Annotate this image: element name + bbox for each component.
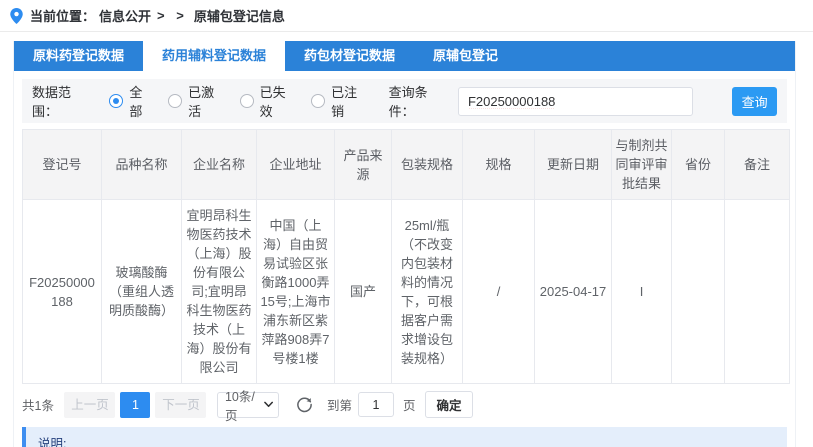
table-header-row: 登记号 品种名称 企业名称 企业地址 产品来源 包装规格 规格 更新日期 与制剂… <box>23 130 790 200</box>
col-product-name: 品种名称 <box>102 130 182 200</box>
cell-package-spec: 25ml/瓶（不改变内包装材料的情况下，可根据客户需求增设包装规格） <box>392 200 463 384</box>
cell-product-name: 玻璃酸酶（重组人透明质酸酶） <box>102 200 182 384</box>
prev-page-button[interactable]: 上一页 <box>64 392 115 418</box>
radio-expired[interactable]: 已失效 <box>240 82 297 120</box>
cell-remarks <box>725 200 790 384</box>
col-remarks: 备注 <box>725 130 790 200</box>
col-joint-review-result: 与制剂共同审评审批结果 <box>612 130 672 200</box>
tab-api-registration[interactable]: 原料药登记数据 <box>14 41 143 71</box>
col-company-address: 企业地址 <box>257 130 335 200</box>
col-province: 省份 <box>672 130 725 200</box>
page-size-value: 10条/页 <box>225 386 264 424</box>
radio-cancelled[interactable]: 已注销 <box>311 82 368 120</box>
tab-bar: 原料药登记数据 药用辅料登记数据 药包材登记数据 原辅包登记 <box>14 41 795 71</box>
cell-product-origin: 国产 <box>335 200 392 384</box>
breadcrumb-separator: > > <box>157 8 188 23</box>
filter-bar: 数据范围： 全部 已激活 已失效 已注销 查询条件： 查询 <box>22 79 787 123</box>
radio-activated-icon[interactable] <box>168 94 182 108</box>
col-registration-no: 登记号 <box>23 130 102 200</box>
pagination: 共1条 上一页 1 下一页 10条/页 到第 页 确定 <box>22 391 787 418</box>
breadcrumb-item-current: 原辅包登记信息 <box>194 6 285 25</box>
chevron-down-icon <box>264 401 273 408</box>
radio-all-label: 全部 <box>129 82 154 120</box>
breadcrumb-label: 当前位置： <box>30 6 95 25</box>
query-condition-label: 查询条件： <box>389 82 452 120</box>
search-button[interactable]: 查询 <box>732 87 777 116</box>
next-page-button[interactable]: 下一页 <box>155 392 206 418</box>
goto-page-label: 到第 <box>327 395 352 414</box>
cell-company-name: 宜明昂科生物医药技术（上海）股份有限公司;宜明昂科生物医药技术（上海）股份有限公… <box>182 200 257 384</box>
notes-box: 说明: 1. 数据范围“全部”，不包含“已注销” 2. “与制剂共同审评审批结果… <box>22 427 787 447</box>
col-spec: 规格 <box>463 130 535 200</box>
radio-expired-icon[interactable] <box>240 94 254 108</box>
goto-page-input[interactable] <box>358 392 394 417</box>
radio-all-icon[interactable] <box>109 94 123 108</box>
col-update-date: 更新日期 <box>535 130 612 200</box>
query-input[interactable] <box>458 87 693 116</box>
tab-raw-aux-pack[interactable]: 原辅包登记 <box>414 41 517 71</box>
cell-registration-no: F20250000188 <box>23 200 102 384</box>
total-count: 共1条 <box>22 395 54 414</box>
cell-company-address: 中国（上海）自由贸易试验区张衡路1000弄15号;上海市浦东新区紫萍路908弄7… <box>257 200 335 384</box>
cell-spec: / <box>463 200 535 384</box>
col-company-name: 企业名称 <box>182 130 257 200</box>
radio-expired-label: 已失效 <box>260 82 297 120</box>
results-table: 登记号 品种名称 企业名称 企业地址 产品来源 包装规格 规格 更新日期 与制剂… <box>22 129 790 384</box>
page-size-select[interactable]: 10条/页 <box>217 392 279 418</box>
breadcrumb: 当前位置： 信息公开 > > 原辅包登记信息 <box>0 0 813 32</box>
col-package-spec: 包装规格 <box>392 130 463 200</box>
notes-title: 说明: <box>38 434 775 447</box>
scope-label: 数据范围： <box>32 82 95 120</box>
radio-cancelled-label: 已注销 <box>331 82 368 120</box>
radio-activated-label: 已激活 <box>188 82 225 120</box>
page-1-button[interactable]: 1 <box>120 392 150 418</box>
cell-update-date: 2025-04-17 <box>535 200 612 384</box>
breadcrumb-item-info-disclosure[interactable]: 信息公开 <box>99 6 151 25</box>
tab-excipient-registration[interactable]: 药用辅料登记数据 <box>143 41 285 71</box>
radio-all[interactable]: 全部 <box>109 82 154 120</box>
refresh-icon[interactable] <box>296 396 313 413</box>
main-panel: 原料药登记数据 药用辅料登记数据 药包材登记数据 原辅包登记 数据范围： 全部 … <box>13 41 796 447</box>
cell-province <box>672 200 725 384</box>
cell-joint-review-result: I <box>612 200 672 384</box>
tab-packaging-material-registration[interactable]: 药包材登记数据 <box>285 41 414 71</box>
location-pin-icon <box>10 8 23 24</box>
radio-activated[interactable]: 已激活 <box>168 82 225 120</box>
confirm-button[interactable]: 确定 <box>425 391 472 418</box>
col-product-origin: 产品来源 <box>335 130 392 200</box>
table-row: F20250000188 玻璃酸酶（重组人透明质酸酶） 宜明昂科生物医药技术（上… <box>23 200 790 384</box>
radio-cancelled-icon[interactable] <box>311 94 325 108</box>
goto-page-unit: 页 <box>403 395 416 414</box>
